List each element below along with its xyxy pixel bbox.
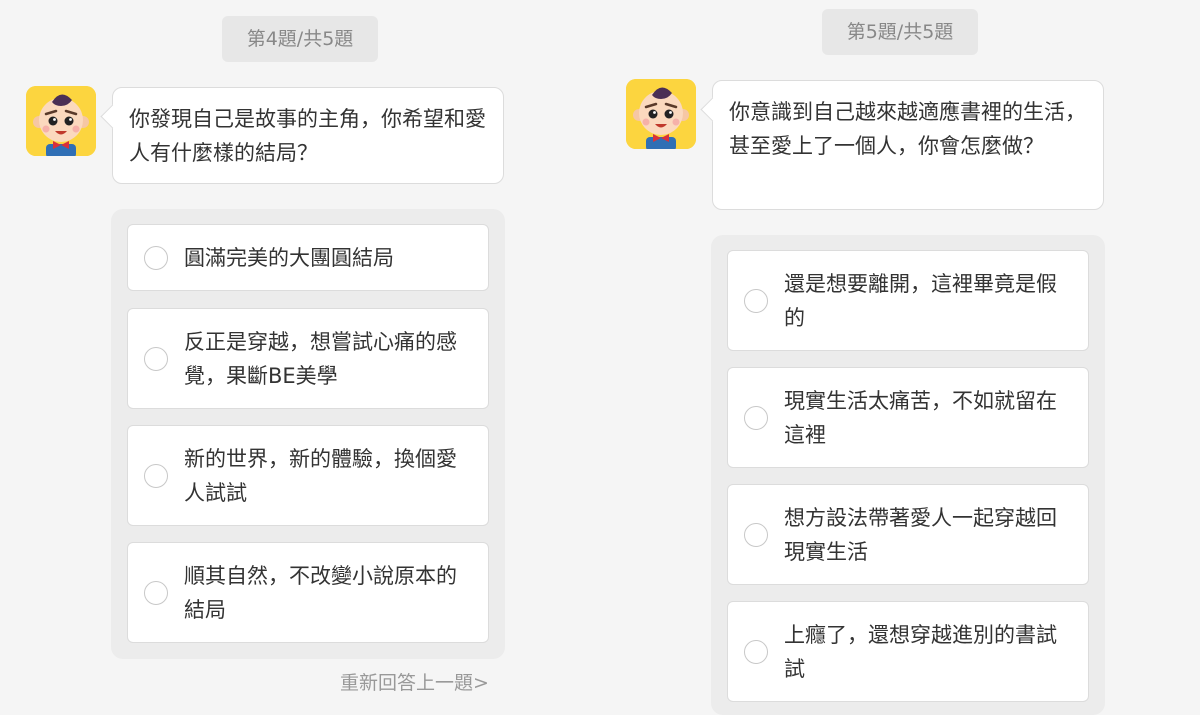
answer-option-label: 反正是穿越，想嘗試心痛的感覺，果斷BE美學: [184, 329, 457, 388]
radio-button[interactable]: [744, 522, 768, 547]
answer-option-label: 順其自然，不改變小說原本的結局: [184, 563, 457, 622]
answer-option[interactable]: 反正是穿越，想嘗試心痛的感覺，果斷BE美學: [127, 308, 489, 409]
radio-button[interactable]: [144, 346, 168, 371]
options-list: 還是想要離開，這裡畢竟是假的 現實生活太痛苦，不如就留在這裡 想方設法帶著愛人一…: [711, 235, 1105, 715]
question-counter: 第5題/共5題: [822, 9, 978, 55]
answer-option-label: 現實生活太痛苦，不如就留在這裡: [784, 388, 1057, 447]
boy-character-icon: [26, 86, 96, 156]
answer-option[interactable]: 還是想要離開，這裡畢竟是假的: [727, 250, 1089, 351]
redo-previous-link[interactable]: 重新回答上一題>: [340, 668, 489, 695]
answer-option-label: 圓滿完美的大團圓結局: [184, 245, 394, 270]
options-list: 圓滿完美的大團圓結局 反正是穿越，想嘗試心痛的感覺，果斷BE美學 新的世界，新的…: [111, 209, 505, 659]
radio-button[interactable]: [744, 405, 768, 430]
answer-option-label: 還是想要離開，這裡畢竟是假的: [784, 271, 1057, 330]
question-bubble: 你發現自己是故事的主角，你希望和愛人有什麼樣的結局？: [112, 87, 504, 184]
answer-option-label: 上癮了，還想穿越進別的書試試: [784, 622, 1057, 681]
question-bubble: 你意識到自己越來越適應書裡的生活，甚至愛上了一個人，你會怎麼做？: [712, 80, 1104, 210]
answer-option[interactable]: 想方設法帶著愛人一起穿越回現實生活: [727, 484, 1089, 585]
boy-character-icon: [626, 79, 696, 149]
radio-button[interactable]: [144, 580, 168, 605]
radio-button[interactable]: [744, 288, 768, 313]
answer-option[interactable]: 上癮了，還想穿越進別的書試試: [727, 601, 1089, 702]
answer-option[interactable]: 新的世界，新的體驗，換個愛人試試: [127, 425, 489, 526]
radio-button[interactable]: [144, 245, 168, 270]
radio-button[interactable]: [144, 463, 168, 488]
answer-option[interactable]: 圓滿完美的大團圓結局: [127, 224, 489, 291]
answer-option[interactable]: 順其自然，不改變小說原本的結局: [127, 542, 489, 643]
answer-option-label: 新的世界，新的體驗，換個愛人試試: [184, 446, 457, 505]
answer-option-label: 想方設法帶著愛人一起穿越回現實生活: [784, 505, 1057, 564]
question-counter: 第4題/共5題: [222, 16, 378, 62]
answer-option[interactable]: 現實生活太痛苦，不如就留在這裡: [727, 367, 1089, 468]
radio-button[interactable]: [744, 639, 768, 664]
